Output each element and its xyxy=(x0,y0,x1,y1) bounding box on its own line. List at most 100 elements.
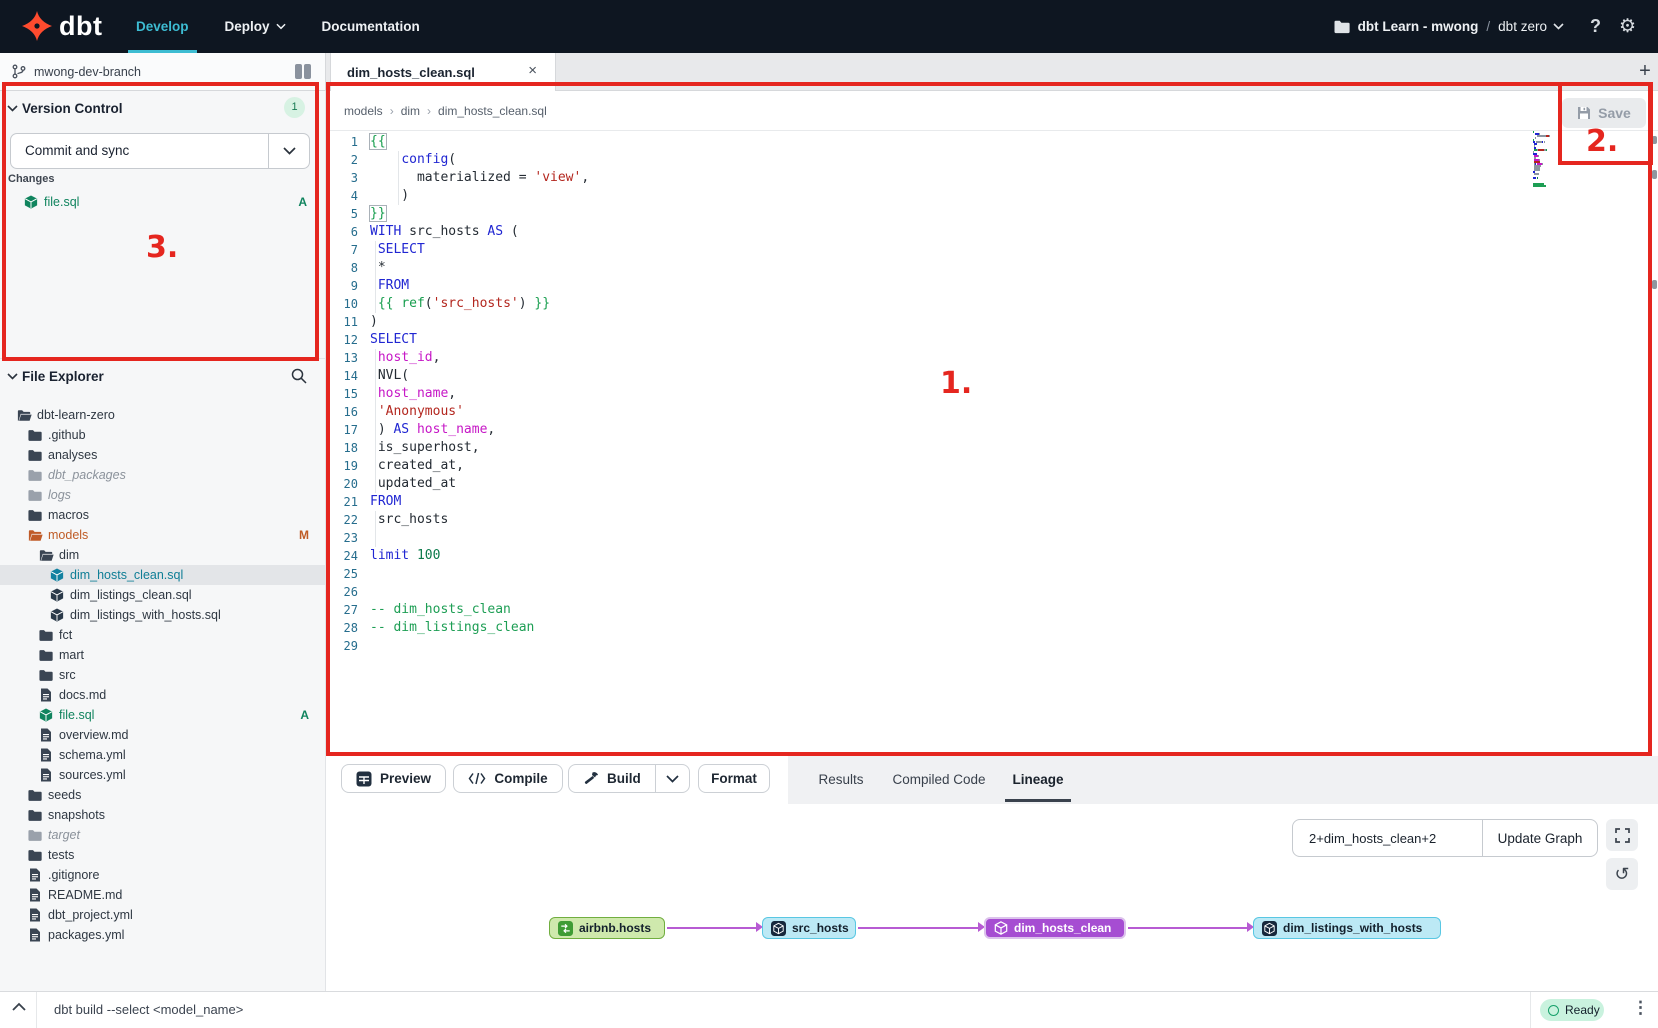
version-control-header[interactable]: Version Control 1 xyxy=(0,95,325,123)
tree-item-mart[interactable]: mart xyxy=(0,645,325,665)
tree-item-snapshots[interactable]: snapshots xyxy=(0,805,325,825)
format-button[interactable]: Format xyxy=(698,764,770,793)
save-button[interactable]: Save xyxy=(1562,98,1646,128)
dbt-logo[interactable]: dbt xyxy=(22,11,102,41)
tree-item-packages.yml[interactable]: packages.yml xyxy=(0,925,325,945)
code-line[interactable]: 6WITH src_hosts AS ( xyxy=(326,223,1658,241)
code-line[interactable]: 25 xyxy=(326,565,1658,583)
update-graph-button[interactable]: Update Graph xyxy=(1482,820,1597,856)
tree-item-README.md[interactable]: README.md xyxy=(0,885,325,905)
results-label: Results xyxy=(818,772,863,787)
code-line[interactable]: 16 'Anonymous' xyxy=(326,403,1658,421)
tab-lineage[interactable]: Lineage xyxy=(1005,756,1071,803)
breadcrumb-item[interactable]: dim xyxy=(401,104,420,118)
tree-item-macros[interactable]: macros xyxy=(0,505,325,525)
build-button[interactable]: Build xyxy=(569,765,655,792)
code-line[interactable]: 1{{ xyxy=(326,133,1658,151)
code-line[interactable]: 11) xyxy=(326,313,1658,331)
code-line[interactable]: 9 FROM xyxy=(326,277,1658,295)
tree-item-dim_listings_clean.sql[interactable]: dim_listings_clean.sql xyxy=(0,585,325,605)
tree-item-dim_listings_with_hosts.sql[interactable]: dim_listings_with_hosts.sql xyxy=(0,605,325,625)
code-line[interactable]: 29 xyxy=(326,637,1658,655)
tab-compiled-code[interactable]: Compiled Code xyxy=(886,756,992,803)
build-options-dropdown[interactable] xyxy=(655,765,689,792)
search-icon[interactable] xyxy=(291,368,307,384)
tree-item-logs[interactable]: logs xyxy=(0,485,325,505)
code-line[interactable]: 15 host_name, xyxy=(326,385,1658,403)
code-line[interactable]: 7 SELECT xyxy=(326,241,1658,259)
preview-button[interactable]: Preview xyxy=(341,764,446,793)
code-line[interactable]: 24limit 100 xyxy=(326,547,1658,565)
nav-item-deploy[interactable]: Deploy xyxy=(207,0,304,53)
code-line[interactable]: 18 is_superhost, xyxy=(326,439,1658,457)
help-icon[interactable]: ? xyxy=(1590,16,1601,37)
code-line[interactable]: 23 xyxy=(326,529,1658,547)
changed-file-row[interactable]: file.sql A xyxy=(0,191,325,213)
tree-item-src[interactable]: src xyxy=(0,665,325,685)
code-line[interactable]: 12SELECT xyxy=(326,331,1658,349)
tree-item-dbt_project.yml[interactable]: dbt_project.yml xyxy=(0,905,325,925)
tree-item-sources.yml[interactable]: sources.yml xyxy=(0,765,325,785)
tree-item-dbt_packages[interactable]: dbt_packages xyxy=(0,465,325,485)
code-line[interactable]: 20 updated_at xyxy=(326,475,1658,493)
tree-item-analyses[interactable]: analyses xyxy=(0,445,325,465)
file-explorer-header[interactable]: File Explorer xyxy=(0,358,325,393)
code-line[interactable]: 2 config( xyxy=(326,151,1658,169)
tree-item-dim_hosts_clean.sql[interactable]: dim_hosts_clean.sql xyxy=(0,565,325,585)
tree-item-.gitignore[interactable]: .gitignore xyxy=(0,865,325,885)
code-line[interactable]: 22 src_hosts xyxy=(326,511,1658,529)
code-line[interactable]: 21FROM xyxy=(326,493,1658,511)
lineage-node-dim_listings_with_hosts[interactable]: dim_listings_with_hosts xyxy=(1253,917,1441,939)
code-line[interactable]: 19 created_at, xyxy=(326,457,1658,475)
code-line[interactable]: 26 xyxy=(326,583,1658,601)
tree-item-tests[interactable]: tests xyxy=(0,845,325,865)
tab-close-icon[interactable]: × xyxy=(528,62,537,79)
code-line[interactable]: 8 * xyxy=(326,259,1658,277)
nav-item-develop[interactable]: Develop xyxy=(118,0,207,53)
tree-item-dim[interactable]: dim xyxy=(0,545,325,565)
tree-item-docs.md[interactable]: docs.md xyxy=(0,685,325,705)
lineage-node-airbnb.hosts[interactable]: airbnb.hosts xyxy=(549,917,665,939)
nav-item-documentation[interactable]: Documentation xyxy=(304,0,438,53)
lineage-selector-input[interactable]: 2+dim_hosts_clean+2 xyxy=(1293,820,1482,856)
code-line[interactable]: 10 {{ ref('src_hosts') }} xyxy=(326,295,1658,313)
tree-item-file.sql[interactable]: file.sqlA xyxy=(0,705,325,725)
breadcrumb-item[interactable]: models xyxy=(344,104,383,118)
project-selector[interactable]: dbt Learn - mwong xyxy=(1334,19,1479,34)
split-view-icon[interactable] xyxy=(295,64,311,79)
minimap[interactable] xyxy=(1533,131,1563,191)
new-tab-button[interactable]: + xyxy=(1632,58,1658,84)
code-line[interactable]: 17 ) AS host_name, xyxy=(326,421,1658,439)
tab-results[interactable]: Results xyxy=(800,756,882,803)
tab-dim-hosts-clean[interactable]: dim_hosts_clean.sql × xyxy=(330,53,556,91)
code-line[interactable]: 4 ) xyxy=(326,187,1658,205)
tree-item-schema.yml[interactable]: schema.yml xyxy=(0,745,325,765)
code-line[interactable]: 3 materialized = 'view', xyxy=(326,169,1658,187)
tree-item-target[interactable]: target xyxy=(0,825,325,845)
lineage-node-dim_hosts_clean[interactable]: dim_hosts_clean xyxy=(984,917,1126,939)
breadcrumb-item[interactable]: dim_hosts_clean.sql xyxy=(438,104,547,118)
code-line[interactable]: 28-- dim_listings_clean xyxy=(326,619,1658,637)
compile-button[interactable]: Compile xyxy=(453,764,563,793)
chevron-up-icon[interactable] xyxy=(12,1002,26,1011)
tree-item-.github[interactable]: .github xyxy=(0,425,325,445)
lineage-node-src_hosts[interactable]: src_hosts xyxy=(762,917,856,939)
tree-item-fct[interactable]: fct xyxy=(0,625,325,645)
code-line[interactable]: 5}} xyxy=(326,205,1658,223)
fullscreen-button[interactable] xyxy=(1606,819,1638,851)
kebab-menu-icon[interactable]: ⋮ xyxy=(1632,998,1649,1018)
code-line[interactable]: 13 host_id, xyxy=(326,349,1658,367)
code-line[interactable]: 27-- dim_hosts_clean xyxy=(326,601,1658,619)
tree-item-dbt-learn-zero[interactable]: dbt-learn-zero xyxy=(0,405,325,425)
settings-gear-icon[interactable]: ⚙ xyxy=(1619,15,1636,38)
commit-options-dropdown[interactable] xyxy=(268,134,309,168)
tree-item-models[interactable]: modelsM xyxy=(0,525,325,545)
commit-and-sync-button[interactable]: Commit and sync xyxy=(10,133,310,169)
code-line[interactable]: 14 NVL( xyxy=(326,367,1658,385)
tree-item-seeds[interactable]: seeds xyxy=(0,785,325,805)
tree-item-overview.md[interactable]: overview.md xyxy=(0,725,325,745)
line-number: 19 xyxy=(326,457,358,475)
environment-selector[interactable]: dbt zero xyxy=(1498,19,1564,34)
reset-view-button[interactable]: ↺ xyxy=(1606,858,1638,890)
command-input[interactable]: dbt build --select <model_name> xyxy=(54,1002,243,1017)
